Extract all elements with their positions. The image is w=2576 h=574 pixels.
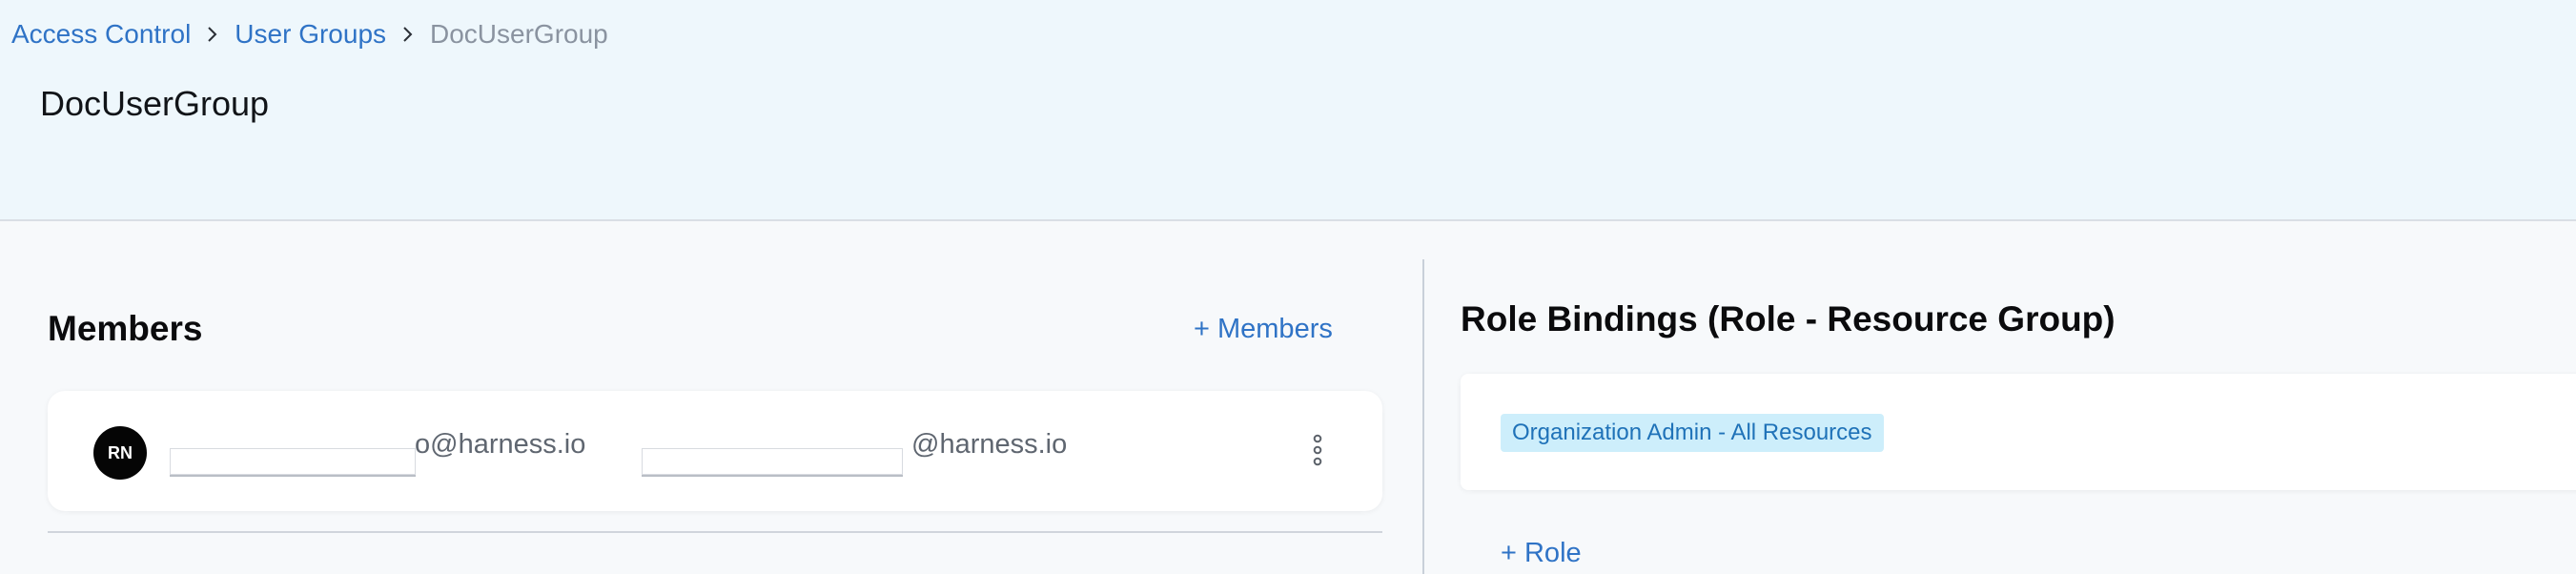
breadcrumb-access-control-link[interactable]: Access Control (11, 19, 191, 50)
breadcrumb: Access Control User Groups DocUserGroup (11, 19, 608, 50)
chevron-right-icon (208, 27, 217, 42)
role-bindings-heading: Role Bindings (Role - Resource Group) (1461, 299, 2116, 338)
role-binding-badge: Organization Admin - All Resources (1501, 414, 1884, 452)
page-header: Access Control User Groups DocUserGroup … (0, 0, 2576, 221)
add-members-button[interactable]: + Members (1194, 314, 1333, 345)
redacted-secondary-email-prefix (642, 448, 903, 475)
page-title: DocUserGroup (40, 84, 270, 123)
chevron-right-icon (403, 27, 413, 42)
add-role-button[interactable]: + Role (1501, 538, 1582, 569)
member-email: o@harness.io (415, 429, 586, 460)
avatar: RN (93, 426, 147, 480)
more-vertical-icon[interactable] (1312, 434, 1323, 466)
section-divider (1422, 259, 1424, 574)
members-heading: Members (48, 309, 203, 348)
member-list-item: RN o@harness.io @harness.io (48, 391, 1382, 511)
members-divider (48, 531, 1382, 533)
role-binding-card: Organization Admin - All Resources (1461, 374, 2576, 490)
main-content: Members + Members RN o@harness.io @harne… (0, 221, 2576, 574)
redacted-email-prefix (170, 448, 416, 475)
breadcrumb-user-groups-link[interactable]: User Groups (235, 19, 386, 50)
member-secondary-email: @harness.io (911, 429, 1068, 460)
breadcrumb-current: DocUserGroup (430, 19, 608, 49)
